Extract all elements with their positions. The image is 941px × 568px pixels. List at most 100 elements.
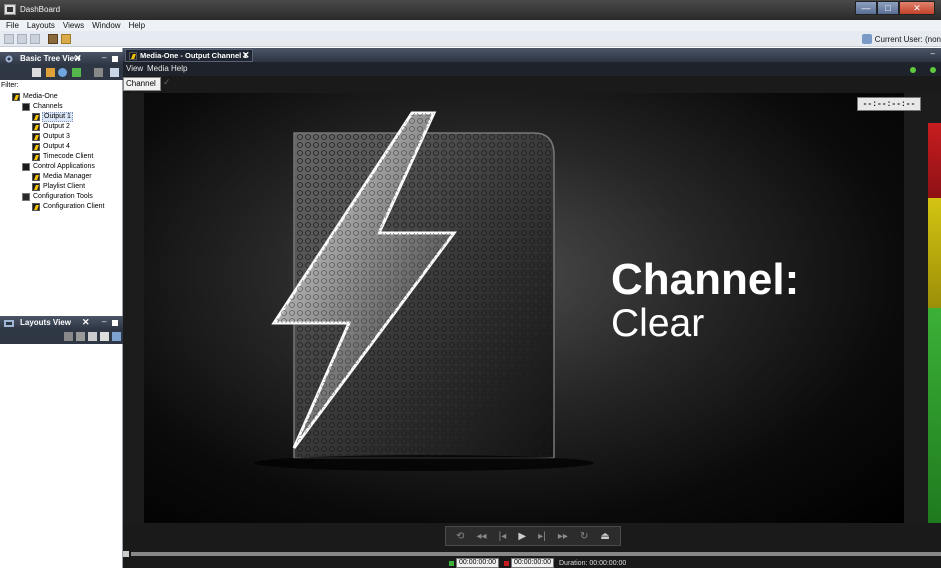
audio-level-meter <box>928 123 941 523</box>
menu-file[interactable]: File <box>2 20 23 31</box>
copy-icon[interactable] <box>30 34 40 44</box>
rewind-icon[interactable]: ◂◂ <box>477 531 487 542</box>
camera-icon[interactable] <box>48 34 58 44</box>
tree-item-label: Timecode Client <box>43 153 94 160</box>
maximize-button[interactable]: □ <box>877 1 899 15</box>
refresh-icon[interactable] <box>58 68 67 77</box>
time-readouts: 00:00:00:00 00:00:00:00 Duration: 00:00:… <box>123 558 941 568</box>
tree-item-label: Media Manager <box>43 173 92 180</box>
time-in: 00:00:00:00 <box>449 558 499 568</box>
layout-save-icon[interactable] <box>88 332 97 341</box>
tree-item-label: Configuration Client <box>43 203 105 210</box>
repeat-icon[interactable]: ↻ <box>580 531 588 542</box>
main-toolbar: Current User: (non <box>0 31 941 47</box>
time-out: 00:00:00:00 <box>504 558 554 568</box>
time-in-value: 00:00:00:00 <box>456 558 499 568</box>
minimize-button[interactable]: — <box>855 1 877 15</box>
basic-tree-view-header: Basic Tree View ✕ – <box>0 52 123 66</box>
channel-tab-bar: Channel 1 ✓ <box>123 76 941 100</box>
play-icon[interactable]: ▶ <box>518 531 526 542</box>
tab-output-channel-1[interactable]: Media-One - Output Channel 1 ✕ <box>125 49 253 62</box>
layout-grid-icon[interactable] <box>100 332 109 341</box>
tree-view-icon <box>5 55 13 63</box>
tree-options-icon[interactable] <box>110 68 119 77</box>
user-menu-icon[interactable] <box>61 34 71 44</box>
tab-channel-1[interactable]: Channel 1 <box>123 77 161 100</box>
layouts-view-header: Layouts View ✕ – <box>0 316 123 330</box>
save-icon[interactable] <box>4 34 14 44</box>
eject-icon[interactable]: ⏏ <box>600 531 609 542</box>
layout-open-icon[interactable] <box>112 332 121 341</box>
video-preview-frame: Channel: Clear --:--:--:-- <box>123 93 941 523</box>
current-user: Current User: (non <box>861 32 941 46</box>
transport-controls: ⟲ ◂◂ |◂ ▶ ▸| ▸▸ ↻ ⏏ <box>445 526 621 546</box>
flash-icon <box>12 93 20 101</box>
doc-menu-view[interactable]: View <box>126 64 143 73</box>
layouts-view-toolbar <box>0 330 123 344</box>
time-out-value: 00:00:00:00 <box>511 558 554 568</box>
previous-icon[interactable]: |◂ <box>499 531 507 542</box>
seek-slider[interactable] <box>131 552 941 556</box>
tree-item-label: Output 4 <box>43 143 70 150</box>
doc-menu-media[interactable]: Media <box>147 64 169 73</box>
check-icon: ✓ <box>163 77 171 87</box>
save-icon[interactable] <box>32 68 41 77</box>
panel-minimize-icon[interactable]: – <box>102 53 106 62</box>
tree-item-label: Output 2 <box>43 123 70 130</box>
meter-red-segment <box>928 123 941 198</box>
in-point-icon <box>449 560 454 566</box>
add-icon[interactable] <box>72 68 81 77</box>
filter-label[interactable]: Filter: <box>0 82 123 92</box>
slate-text: Channel: Clear <box>611 255 800 344</box>
panel-maximize-icon[interactable] <box>112 56 118 62</box>
dashboard-app-icon <box>4 4 16 15</box>
video-preview[interactable]: Channel: Clear <box>144 93 904 523</box>
menu-views[interactable]: Views <box>59 20 88 31</box>
window-controls: — □ ✕ <box>855 1 935 15</box>
volume-icon[interactable] <box>123 551 129 557</box>
timecode-display: --:--:--:-- <box>857 97 921 111</box>
tab-close-icon[interactable]: ✕ <box>242 50 250 61</box>
basic-tree-view-close-icon[interactable]: ✕ <box>74 53 82 64</box>
window-titlebar: DashBoard — □ ✕ <box>0 0 941 20</box>
tab-title: Media-One - Output Channel 1 <box>140 51 248 60</box>
tree-item-label: Media-One <box>23 93 58 100</box>
tree-item-label: Control Applications <box>33 163 95 170</box>
tree-item-label: Playlist Client <box>43 183 86 190</box>
fast-forward-icon[interactable]: ▸▸ <box>558 531 568 542</box>
menu-window[interactable]: Window <box>88 20 124 31</box>
layout-remove-icon[interactable] <box>76 332 85 341</box>
panel-minimize-icon[interactable]: – <box>102 317 106 326</box>
meter-yellow-segment <box>928 198 941 308</box>
menu-layouts[interactable]: Layouts <box>23 20 59 31</box>
document-tab-bar: Media-One - Output Channel 1 ✕ – <box>123 48 941 62</box>
doc-menu-help[interactable]: Help <box>171 64 187 73</box>
save-as-icon[interactable] <box>17 34 27 44</box>
flash-icon <box>32 203 40 211</box>
layouts-view-title: Layouts View <box>20 318 71 327</box>
flash-add-icon[interactable] <box>46 68 55 77</box>
flash-icon <box>32 113 40 121</box>
layouts-icon <box>4 320 14 327</box>
loop-icon[interactable]: ⟲ <box>456 531 464 542</box>
close-button[interactable]: ✕ <box>899 1 935 15</box>
current-user-label: Current User: (non <box>874 34 941 44</box>
layouts-view-close-icon[interactable]: ✕ <box>82 317 90 328</box>
panel-maximize-icon[interactable] <box>112 320 118 326</box>
flash-icon <box>32 143 40 151</box>
remove-icon[interactable] <box>94 68 103 77</box>
next-icon[interactable]: ▸| <box>538 531 546 542</box>
folder-icon <box>22 163 30 171</box>
flash-icon <box>32 173 40 181</box>
layout-add-icon[interactable] <box>64 332 73 341</box>
slate-title: Channel: <box>611 255 800 304</box>
flash-icon <box>32 123 40 131</box>
tool-icon <box>22 193 30 201</box>
tree-view-toolbar <box>0 66 123 80</box>
status-indicator-icon <box>930 67 936 73</box>
menu-help[interactable]: Help <box>125 20 149 31</box>
left-panel: Basic Tree View ✕ – Filter: Media-One Cha… <box>0 48 123 568</box>
seek-bar <box>123 550 941 558</box>
flash-icon <box>32 133 40 141</box>
document-minimize-icon[interactable]: – <box>931 49 935 58</box>
